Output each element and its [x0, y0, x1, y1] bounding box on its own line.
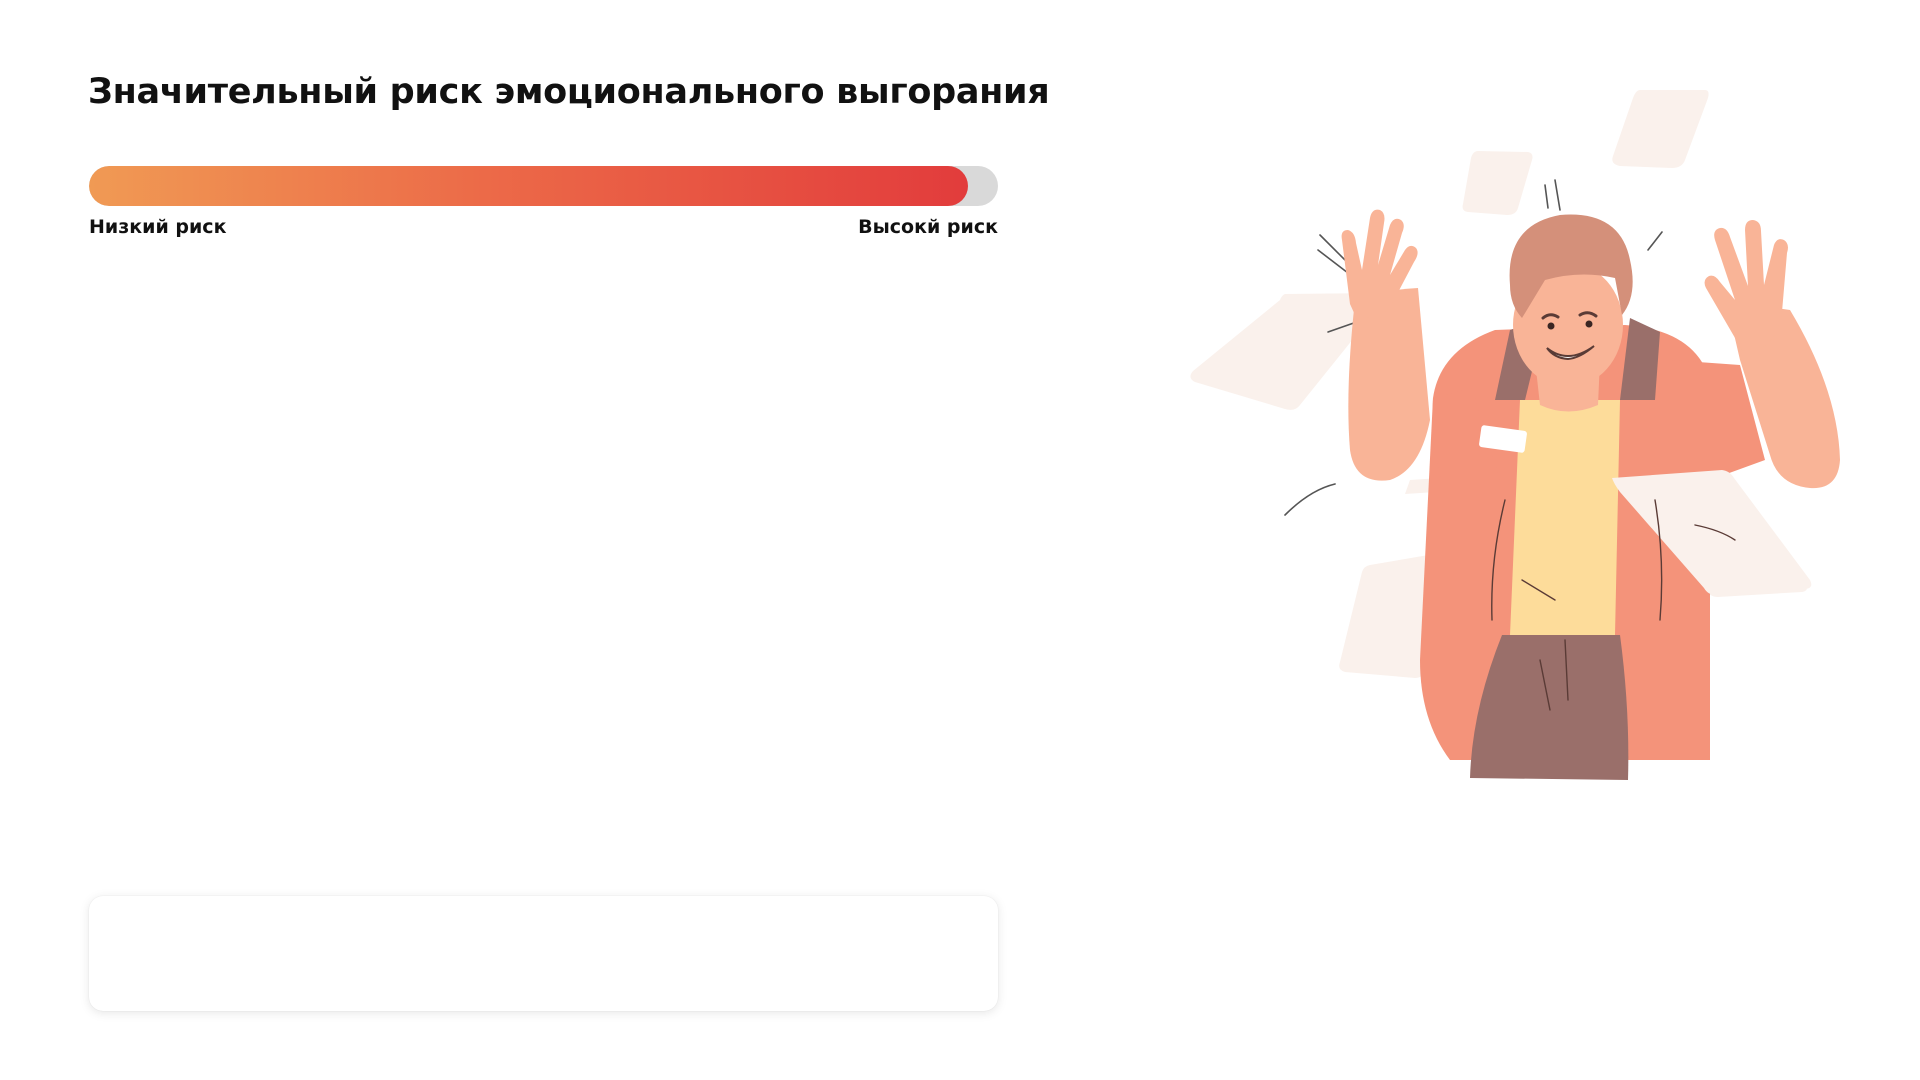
page: Значительный риск эмоционального выгоран…	[0, 0, 1920, 1080]
left-arm	[1341, 209, 1430, 481]
result-card	[89, 896, 998, 1011]
stressed-man-illustration	[1190, 90, 1840, 780]
risk-progress-bar	[89, 166, 998, 206]
high-risk-label: Высокй риск	[858, 216, 998, 238]
low-risk-label: Низкий риск	[89, 216, 227, 238]
page-title: Значительный риск эмоционального выгоран…	[88, 72, 1050, 112]
risk-progress-fill	[89, 166, 968, 206]
